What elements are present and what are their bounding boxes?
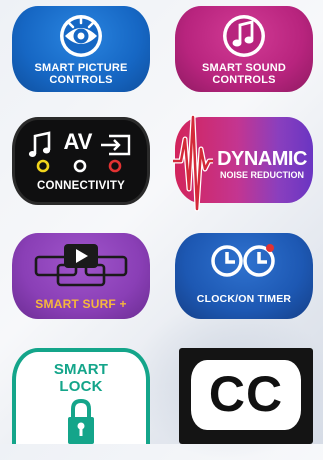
eye-icon	[56, 12, 106, 60]
av-connectivity-badge: AV CONNECTIVITY	[12, 117, 150, 205]
smart-surf-label: SMART SURF +	[12, 297, 150, 311]
smart-sound-label-line1: SMART SOUND	[201, 62, 287, 74]
smart-surf-badge: SMART SURF +	[12, 233, 150, 319]
clock-on-timer-badge: CLOCK/ON TIMER	[175, 233, 313, 319]
dynamic-label-line2: NOISE REDUCTION	[219, 170, 304, 180]
smart-sound-label-line2: CONTROLS	[212, 74, 276, 86]
av-text: AV	[63, 129, 93, 154]
smart-lock-label-line1: SMART	[53, 361, 109, 378]
closed-caption-icon: CC	[191, 360, 301, 430]
smart-picture-controls-badge: SMART PICTURE CONTROLS	[12, 6, 150, 92]
closed-caption-badge: CC	[179, 348, 313, 444]
clock-icon	[209, 241, 279, 279]
play-window-icon	[32, 243, 130, 289]
connectivity-label: CONNECTIVITY	[36, 180, 125, 192]
waveform-icon	[173, 99, 213, 223]
clock-timer-label: CLOCK/ON TIMER	[196, 293, 292, 305]
cc-text: CC	[208, 366, 284, 422]
smart-picture-label-line2: CONTROLS	[49, 74, 113, 86]
music-note-icon	[219, 12, 269, 60]
smart-sound-controls-badge: SMART SOUND CONTROLS	[175, 6, 313, 92]
smart-lock-label-line2: LOCK	[59, 378, 103, 395]
smart-surf-label-text: SMART SURF +	[35, 297, 127, 311]
smart-picture-label-line1: SMART PICTURE	[34, 62, 128, 74]
dynamic-label-line1: DYNAMIC	[217, 148, 307, 170]
smart-lock-badge: SMART LOCK	[12, 348, 150, 444]
padlock-icon	[66, 398, 96, 444]
dynamic-noise-reduction-badge: DYNAMIC NOISE REDUCTION	[173, 114, 313, 212]
